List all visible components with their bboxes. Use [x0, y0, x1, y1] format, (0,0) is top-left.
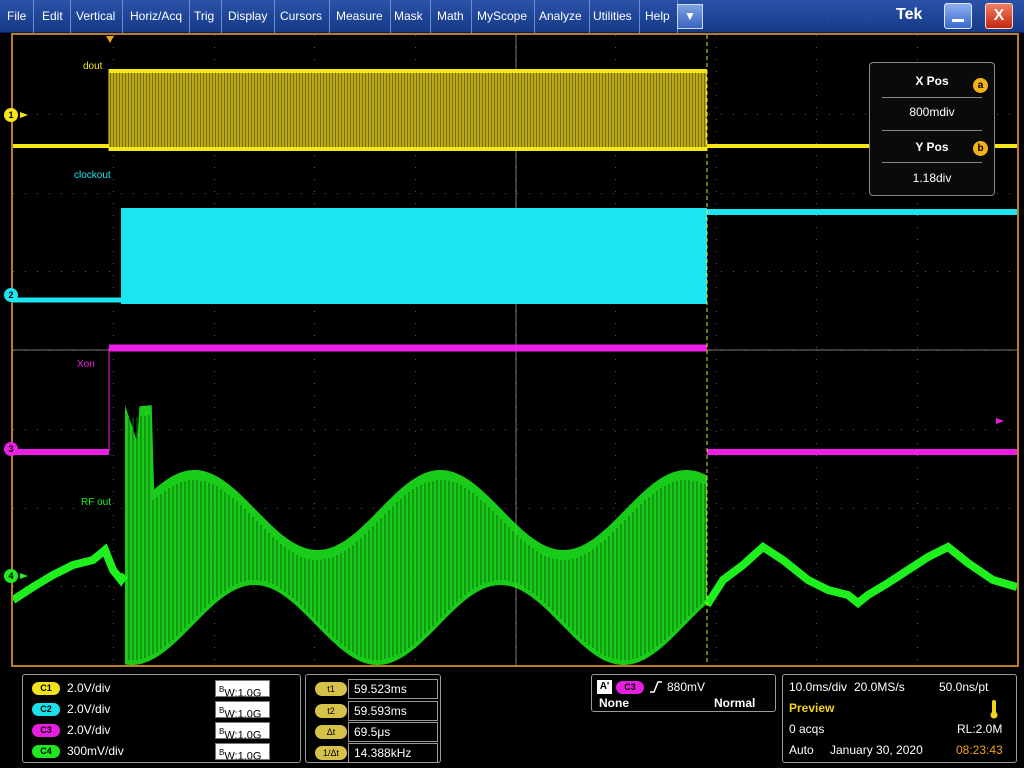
date-display: January 30, 2020 [830, 743, 923, 757]
channel-4-scale[interactable]: 300mV/div [67, 744, 124, 758]
channel-4-bandwidth[interactable]: BW:1.0G [215, 743, 270, 763]
acquisition-count: 0 acqs [789, 722, 825, 736]
cursor-t1-badge: t1 [315, 682, 347, 696]
cursor-delta-value: 69.5μs [348, 722, 438, 742]
channel-2-scale[interactable]: 2.0V/div [67, 702, 110, 716]
acquisition-state: Preview [789, 701, 835, 715]
status-bar: C1 2.0V/div BW:1.0G C2 2.0V/div BW:1.0G … [0, 668, 1024, 768]
knob-a-icon: a [973, 78, 988, 93]
thermometer-icon [990, 700, 998, 719]
trigger-level-arrow-icon [996, 418, 1004, 424]
rising-edge-icon [650, 681, 662, 693]
horizontal-scale: 10.0ms/div [789, 680, 848, 694]
channel-4-badge[interactable]: C4 [32, 745, 60, 758]
cursor-t2-value: 59.593ms [348, 701, 438, 721]
channel-settings-panel[interactable]: C1 2.0V/div BW:1.0G C2 2.0V/div BW:1.0G … [22, 674, 301, 763]
trigger-coupling: None [599, 696, 629, 710]
trigger-position-marker [106, 36, 114, 43]
trigger-auto-mode: Auto [789, 743, 814, 757]
cursor-freq-value: 14.388kHz [348, 743, 438, 763]
channel-1-bandwidth[interactable]: BW:1.0G [215, 680, 270, 700]
cursor-t2-badge: t2 [315, 704, 347, 718]
trigger-a-label: A' [597, 680, 612, 694]
trigger-source-badge: C3 [616, 681, 644, 694]
ch4-arrow-icon [20, 573, 28, 579]
record-length: RL:2.0M [957, 722, 1003, 736]
channel-3-bandwidth[interactable]: BW:1.0G [215, 722, 270, 742]
cursor-freq-badge: 1/Δt [315, 746, 347, 760]
x-pos-value: 800mdiv [909, 105, 955, 119]
channel-3-badge[interactable]: C3 [32, 724, 60, 737]
time-resolution: 50.0ns/pt [939, 680, 989, 694]
channel-2-bandwidth[interactable]: BW:1.0G [215, 701, 270, 721]
cursor-delta-badge: Δt [315, 725, 347, 739]
sample-rate: 20.0MS/s [854, 680, 905, 694]
trigger-level: 880mV [667, 680, 706, 694]
divider [882, 162, 982, 163]
y-pos-value: 1.18div [912, 171, 952, 185]
trigger-mode: Normal [714, 696, 756, 710]
channel-3-scale[interactable]: 2.0V/div [67, 723, 110, 737]
channel-2-badge[interactable]: C2 [32, 703, 60, 716]
channel-1-scale[interactable]: 2.0V/div [67, 681, 110, 695]
divider [882, 97, 982, 98]
channel-1-badge[interactable]: C1 [32, 682, 60, 695]
cursor-t1-value: 59.523ms [348, 679, 438, 699]
time-display: 08:23:43 [956, 743, 1003, 757]
divider [882, 130, 982, 131]
ch1-arrow-icon [20, 112, 28, 118]
position-readout-panel[interactable]: X Pos a 800mdiv Y Pos b 1.18div [869, 62, 995, 196]
knob-b-icon: b [973, 141, 988, 156]
